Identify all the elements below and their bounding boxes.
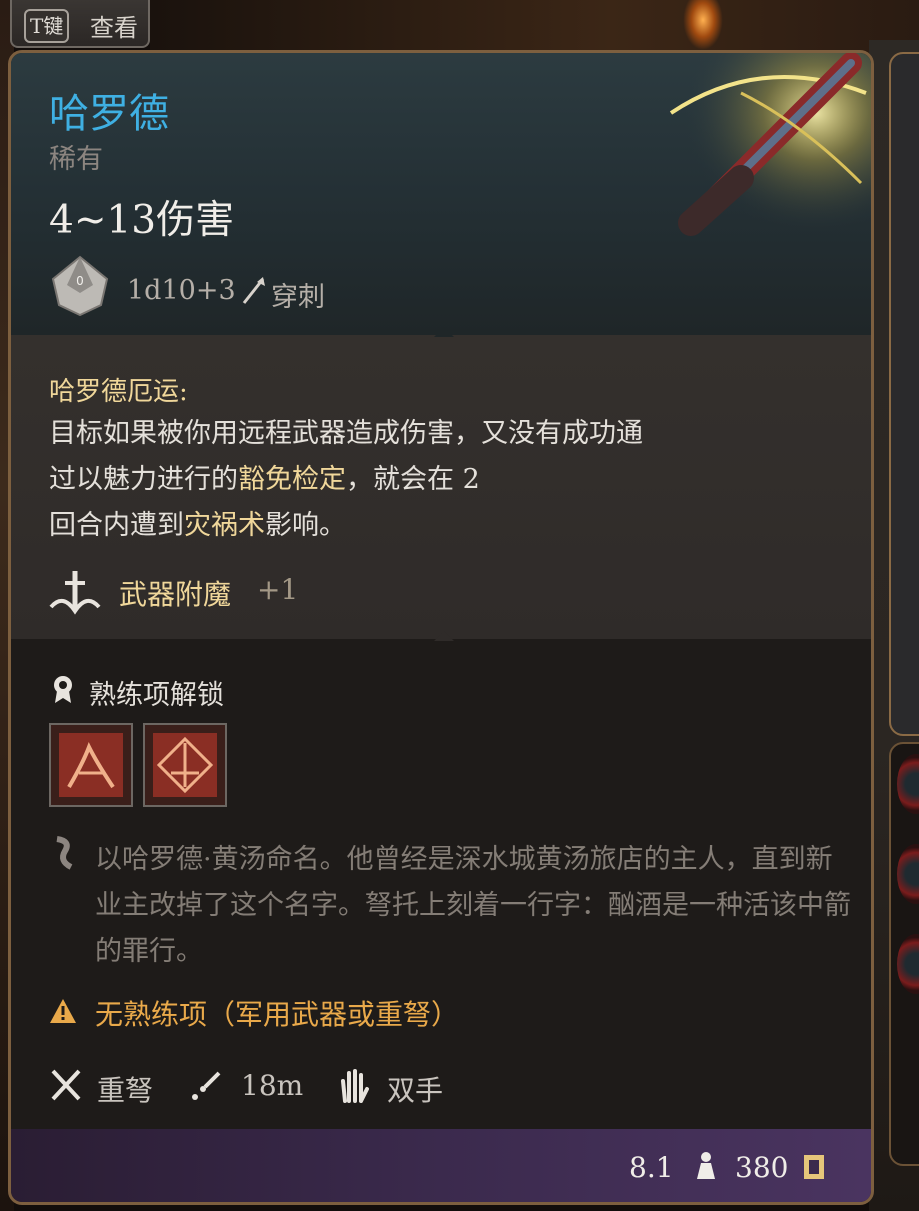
item-rarity: 稀有 [49, 144, 103, 175]
gold-coin-icon [804, 1155, 824, 1179]
passive-title: 哈罗德厄运: [49, 377, 188, 407]
passive-line: 目标如果被你用远程武器造成伤害，又没有成功通 [49, 418, 643, 449]
crossed-swords-icon [51, 1069, 81, 1101]
enchantment-value: +1 [257, 573, 299, 606]
piercing-arrow-icon [242, 277, 265, 304]
proficiency-unlock-title: 熟练项解锁 [89, 680, 224, 711]
enchantment-label: 武器附魔 [119, 578, 232, 611]
examine-hotkey-tab[interactable]: T键 查看 [10, 0, 150, 48]
handedness: 双手 [387, 1074, 444, 1107]
piercing-shot-icon [153, 733, 217, 797]
proficiency-action-slot[interactable] [143, 723, 227, 807]
saving-throw-link[interactable]: 豁免检定 [238, 464, 346, 495]
damage-range: 4~13伤害 [49, 198, 235, 243]
lore-scroll-icon [56, 836, 73, 870]
item-weight: 8.1 [629, 1151, 674, 1184]
weapon-enchantment-icon [49, 571, 101, 615]
passive-line: 过以魅力进行的豁免检定，就会在 2 [49, 457, 789, 503]
lore-text: 以哈罗德·黄汤命名。他曾经是深水城黄汤旅店的主人，直到新业主改掉了这个名字。弩托… [95, 844, 851, 967]
side-panel [889, 52, 919, 736]
text-span: 过以魅力进行的 [49, 464, 238, 495]
mobile-shot-icon [59, 733, 123, 797]
passive-description: 目标如果被你用远程武器造成伤害，又没有成功通 过以魅力进行的豁免检定，就会在 2… [49, 411, 789, 549]
proficiency-medal-icon [54, 676, 72, 703]
hotbar-slot-icon[interactable] [897, 934, 919, 994]
damage-type: 穿刺 [271, 282, 325, 313]
bane-spell-link[interactable]: 灾祸术 [184, 510, 265, 541]
crossbow-icon [651, 53, 871, 253]
hotbar-slot-icon[interactable] [897, 844, 919, 904]
weight-icon [697, 1152, 715, 1179]
dice-roll: 1d10+3 [127, 275, 236, 306]
proficiency-action-slot[interactable] [49, 723, 133, 807]
passive-line: 回合内遭到灾祸术影响。 [49, 503, 789, 549]
warning-icon [50, 999, 76, 1023]
hotbar-slot-icon[interactable] [897, 754, 919, 814]
hand-icon [341, 1069, 369, 1103]
item-tooltip: 哈罗德 稀有 4~13伤害 0 1d10+3 穿刺 哈罗德厄运: 目标如果被你用… [8, 50, 874, 1205]
proficiency-warning: 无熟练项（军用武器或重弩） [95, 998, 460, 1031]
hotkey-keycap: T键 [24, 9, 70, 43]
text-span: 影响。 [265, 510, 346, 541]
d10-dice-icon: 0 [51, 255, 109, 317]
item-name: 哈罗德 [49, 91, 169, 137]
hotkey-label: 查看 [90, 14, 138, 42]
item-value: 380 [735, 1151, 789, 1184]
text-span: 回合内遭到 [49, 510, 184, 541]
weapon-type: 重弩 [97, 1074, 154, 1107]
weapon-range: 18m [241, 1069, 304, 1102]
svg-text:0: 0 [76, 274, 84, 288]
side-hotbar [889, 742, 919, 1166]
range-icon [192, 1071, 221, 1100]
torch-glow [683, 0, 723, 50]
text-span: ，就会在 2 [346, 464, 480, 495]
